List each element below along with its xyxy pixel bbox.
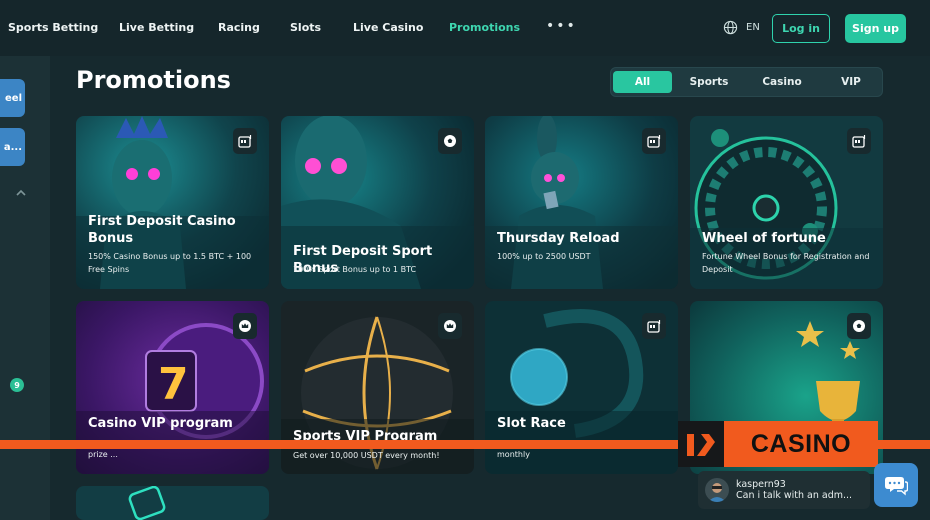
- crown-icon: [438, 313, 462, 339]
- nav-slots[interactable]: Slots: [290, 21, 321, 34]
- nav-racing[interactable]: Racing: [218, 21, 260, 34]
- advertisement-logo: CASINO: [678, 421, 878, 467]
- nav-live-betting[interactable]: Live Betting: [119, 21, 194, 34]
- chat-icon: [885, 477, 908, 496]
- filter-tab-casino[interactable]: Casino: [751, 71, 813, 93]
- card-title: Wheel of fortune: [702, 231, 826, 246]
- card-description: prize ...: [88, 450, 118, 459]
- promo-card-first-deposit-sport[interactable]: First Deposit Sport Bonus 100% Sport Bon…: [281, 116, 474, 289]
- page-title: Promotions: [76, 66, 231, 94]
- card-description: 150% Casino Bonus up to 1.5 BTC + 100 Fr…: [88, 252, 252, 274]
- filter-tab-sports[interactable]: Sports: [678, 71, 740, 93]
- promo-card-wheel-of-fortune[interactable]: Wheel of fortune Fortune Wheel Bonus for…: [690, 116, 883, 289]
- nav-sports-betting[interactable]: Sports Betting: [8, 21, 98, 34]
- language-selector[interactable]: EN: [723, 20, 760, 35]
- card-title: Slot Race: [497, 416, 566, 431]
- card-title: First Deposit Casino Bonus: [88, 214, 236, 246]
- slot-machine-icon: [847, 128, 871, 154]
- card-description: 100% up to 2500 USDT: [497, 252, 591, 261]
- nav-live-casino[interactable]: Live Casino: [353, 21, 423, 34]
- promotion-filter-tabs: All Sports Casino VIP: [610, 67, 883, 97]
- slot-machine-icon: [642, 313, 666, 339]
- card-description: Get over 10,000 USDT every month!: [293, 451, 440, 460]
- promo-card-first-deposit-casino[interactable]: First Deposit Casino Bonus 150% Casino B…: [76, 116, 269, 289]
- login-button[interactable]: Log in: [772, 14, 830, 43]
- card-description: monthly: [497, 450, 530, 459]
- crown-icon: [233, 313, 257, 339]
- chat-button[interactable]: [874, 463, 918, 507]
- signup-button[interactable]: Sign up: [845, 14, 906, 43]
- language-code: EN: [746, 22, 760, 33]
- card-title: Thursday Reload: [497, 231, 620, 246]
- avatar: [705, 478, 729, 502]
- filter-tab-vip[interactable]: VIP: [820, 71, 882, 93]
- top-navigation: Sports Betting Live Betting Racing Slots…: [0, 0, 930, 56]
- chat-username: kaspern93: [736, 479, 786, 490]
- soccer-ball-icon: [438, 128, 462, 154]
- sidebar-promo-button[interactable]: a...: [0, 128, 25, 166]
- soccer-ball-icon: [847, 313, 871, 339]
- card-description: Fortune Wheel Bonus for Registration and…: [702, 252, 870, 274]
- globe-icon: [723, 20, 738, 35]
- chat-message-preview[interactable]: kaspern93 Can i talk with an adm...: [698, 471, 870, 509]
- promo-card-thursday-reload[interactable]: Thursday Reload 100% up to 2500 USDT: [485, 116, 678, 289]
- promo-card-partial[interactable]: [76, 486, 269, 520]
- sidebar-wheel-button[interactable]: eel: [0, 79, 25, 117]
- brand-logo-icon: [678, 421, 724, 467]
- svg-text:7: 7: [158, 359, 189, 410]
- nav-promotions[interactable]: Promotions: [449, 21, 520, 34]
- chat-message-text: Can i talk with an adm...: [736, 490, 853, 501]
- slot-machine-icon: [642, 128, 666, 154]
- partial-card-artwork: [76, 486, 269, 520]
- chevron-up-icon[interactable]: [14, 186, 28, 200]
- left-sidebar: eel a... 9: [0, 56, 50, 520]
- slot-machine-icon: [233, 128, 257, 154]
- brand-wordmark: CASINO: [724, 421, 878, 467]
- card-description: 100% Sport Bonus up to 1 BTC: [293, 265, 417, 274]
- filter-tab-all[interactable]: All: [613, 71, 672, 93]
- notification-badge[interactable]: 9: [10, 378, 24, 392]
- more-dots-icon[interactable]: •••: [546, 18, 577, 34]
- card-title: Casino VIP program: [88, 416, 233, 431]
